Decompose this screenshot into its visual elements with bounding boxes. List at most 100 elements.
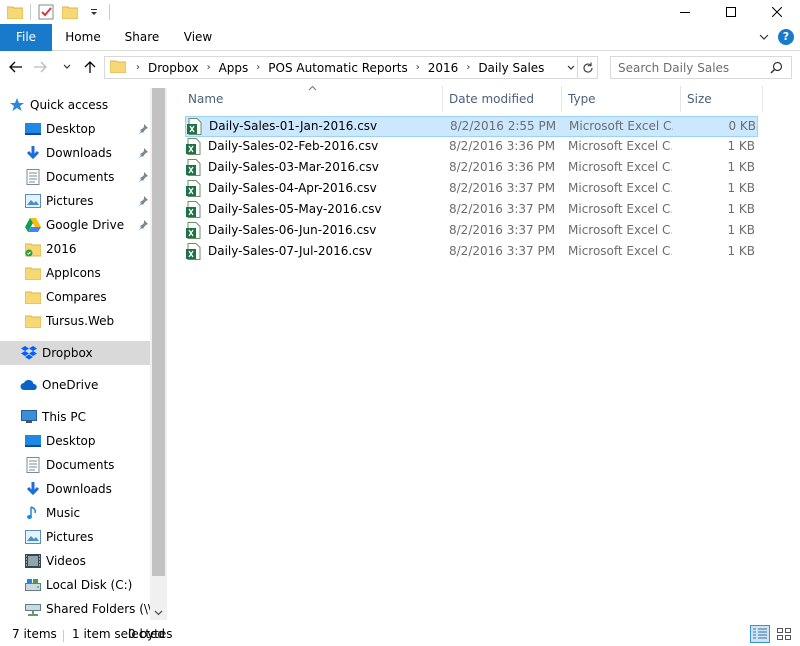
breadcrumb-daily-sales[interactable]: Daily Sales <box>476 61 546 75</box>
tab-home[interactable]: Home <box>57 24 109 51</box>
file-row[interactable]: Daily-Sales-07-Jul-2016.csv 8/2/2016 3:3… <box>185 242 758 263</box>
pin-icon[interactable] <box>138 219 148 233</box>
sidebar-item-label: Pictures <box>46 530 94 544</box>
sidebar-scrollbar[interactable] <box>150 88 167 620</box>
sidebar-item-shared-folders[interactable]: Shared Folders (\\v <box>0 597 159 620</box>
file-date-modified: 8/2/2016 3:37 PM <box>449 244 556 258</box>
file-row[interactable]: Daily-Sales-05-May-2016.csv 8/2/2016 3:3… <box>185 200 758 221</box>
file-date-modified: 8/2/2016 3:37 PM <box>449 223 556 237</box>
properties-icon[interactable] <box>35 2 57 22</box>
sidebar-item-label: Local Disk (C:) <box>46 578 133 592</box>
sidebar-item-2016[interactable]: 2016 <box>0 237 150 261</box>
back-button[interactable] <box>6 57 26 77</box>
sidebar-item-this-pc[interactable]: This PC <box>0 405 150 429</box>
sidebar-item-onedrive[interactable]: OneDrive <box>0 373 150 397</box>
breadcrumb-separator[interactable]: › <box>130 62 146 73</box>
file-row[interactable]: Daily-Sales-01-Jan-2016.csv 8/2/2016 2:5… <box>185 116 758 137</box>
pin-icon[interactable] <box>138 123 148 137</box>
pin-icon[interactable] <box>138 171 148 185</box>
sidebar-item-documents[interactable]: Documents <box>0 165 150 189</box>
sidebar-item-label: Desktop <box>46 122 96 136</box>
search-input[interactable] <box>611 60 761 75</box>
navigation-pane: Quick access Desktop Downloads Documents… <box>0 88 166 620</box>
folder-icon[interactable] <box>4 2 26 22</box>
address-history-chevron-down-icon[interactable] <box>565 61 577 75</box>
sidebar-item-quick-access[interactable]: Quick access <box>0 93 150 117</box>
sidebar-item-downloads[interactable]: Downloads <box>0 141 150 165</box>
maximize-button[interactable] <box>708 0 754 24</box>
sidebar-item-downloads[interactable]: Downloads <box>0 477 150 501</box>
sidebar-item-label: AppIcons <box>46 266 101 280</box>
help-icon[interactable]: ? <box>778 29 794 45</box>
file-date-modified: 8/2/2016 3:36 PM <box>449 160 556 174</box>
breadcrumb-separator[interactable]: › <box>410 62 426 73</box>
tab-file[interactable]: File <box>0 24 52 51</box>
sidebar-item-music[interactable]: Music <box>0 501 150 525</box>
minimize-button[interactable] <box>662 0 708 24</box>
large-icons-view-icon[interactable] <box>774 625 794 643</box>
close-button[interactable] <box>754 0 800 24</box>
sidebar-item-label: Dropbox <box>42 346 93 360</box>
file-name: Daily-Sales-01-Jan-2016.csv <box>209 119 378 133</box>
breadcrumb-2016[interactable]: 2016 <box>426 61 461 75</box>
breadcrumb-separator[interactable]: › <box>201 62 217 73</box>
documents-icon <box>24 168 42 186</box>
column-header-date-modified[interactable]: Date modified <box>443 86 562 112</box>
view-switcher <box>750 625 794 643</box>
file-size: 1 KB <box>727 139 755 153</box>
breadcrumb-separator[interactable]: › <box>250 62 266 73</box>
search-box[interactable] <box>610 56 792 79</box>
recent-locations-chevron-down-icon[interactable] <box>60 57 74 77</box>
new-folder-icon[interactable] <box>59 2 81 22</box>
navigation-bar: › Dropbox › Apps › POS Automatic Reports… <box>0 52 800 82</box>
sidebar-item-compares[interactable]: Compares <box>0 285 150 309</box>
file-size: 1 KB <box>727 223 755 237</box>
breadcrumb-separator[interactable]: › <box>460 62 476 73</box>
scroll-down-icon[interactable] <box>153 608 164 618</box>
sidebar-item-label: Downloads <box>46 482 112 496</box>
address-bar[interactable]: › Dropbox › Apps › POS Automatic Reports… <box>104 56 598 79</box>
tab-view[interactable]: View <box>173 24 223 51</box>
sidebar-item-desktop[interactable]: Desktop <box>0 429 150 453</box>
pin-icon[interactable] <box>138 147 148 161</box>
pictures-icon <box>24 192 42 210</box>
column-header-name[interactable]: Name <box>182 86 443 112</box>
refresh-icon[interactable] <box>577 57 597 78</box>
dropbox-icon <box>20 344 38 362</box>
expand-ribbon-icon[interactable] <box>756 29 772 45</box>
file-type: Microsoft Excel C... <box>569 119 673 133</box>
up-button[interactable] <box>80 57 100 77</box>
sidebar-item-google-drive[interactable]: Google Drive <box>0 213 150 237</box>
forward-button[interactable] <box>30 57 50 77</box>
column-header-size[interactable]: Size <box>681 86 763 112</box>
details-view-icon[interactable] <box>750 625 770 643</box>
file-row[interactable]: Daily-Sales-03-Mar-2016.csv 8/2/2016 3:3… <box>185 158 758 179</box>
file-row[interactable]: Daily-Sales-06-Jun-2016.csv 8/2/2016 3:3… <box>185 221 758 242</box>
csv-file-icon <box>186 222 204 241</box>
scrollbar-thumb[interactable] <box>152 88 165 576</box>
file-row[interactable]: Daily-Sales-02-Feb-2016.csv 8/2/2016 3:3… <box>185 137 758 158</box>
sidebar-item-pictures[interactable]: Pictures <box>0 525 150 549</box>
sidebar-item-documents[interactable]: Documents <box>0 453 150 477</box>
column-header-type[interactable]: Type <box>562 86 681 112</box>
pin-icon[interactable] <box>138 195 148 209</box>
sidebar-item-desktop[interactable]: Desktop <box>0 117 150 141</box>
file-type: Microsoft Excel C... <box>568 244 672 258</box>
sidebar-item-appicons[interactable]: AppIcons <box>0 261 150 285</box>
sidebar-item-label: This PC <box>42 410 86 424</box>
csv-file-icon <box>186 138 204 157</box>
tab-share[interactable]: Share <box>115 24 169 51</box>
sidebar-item-dropbox[interactable]: Dropbox <box>0 341 150 365</box>
sidebar-item-local-disk[interactable]: Local Disk (C:) <box>0 573 150 597</box>
file-row[interactable]: Daily-Sales-04-Apr-2016.csv 8/2/2016 3:3… <box>185 179 758 200</box>
network-drive-icon <box>24 600 42 618</box>
breadcrumb-pos-automatic-reports[interactable]: POS Automatic Reports <box>266 61 410 75</box>
breadcrumb-dropbox[interactable]: Dropbox <box>146 61 201 75</box>
search-icon[interactable] <box>770 61 783 77</box>
breadcrumb-apps[interactable]: Apps <box>217 61 251 75</box>
sidebar-item-videos[interactable]: Videos <box>0 549 150 573</box>
csv-file-icon <box>186 201 204 220</box>
sidebar-item-tursus-web[interactable]: Tursus.Web <box>0 309 150 333</box>
sidebar-item-pictures[interactable]: Pictures <box>0 189 150 213</box>
customize-toolbar-icon[interactable] <box>83 2 105 22</box>
